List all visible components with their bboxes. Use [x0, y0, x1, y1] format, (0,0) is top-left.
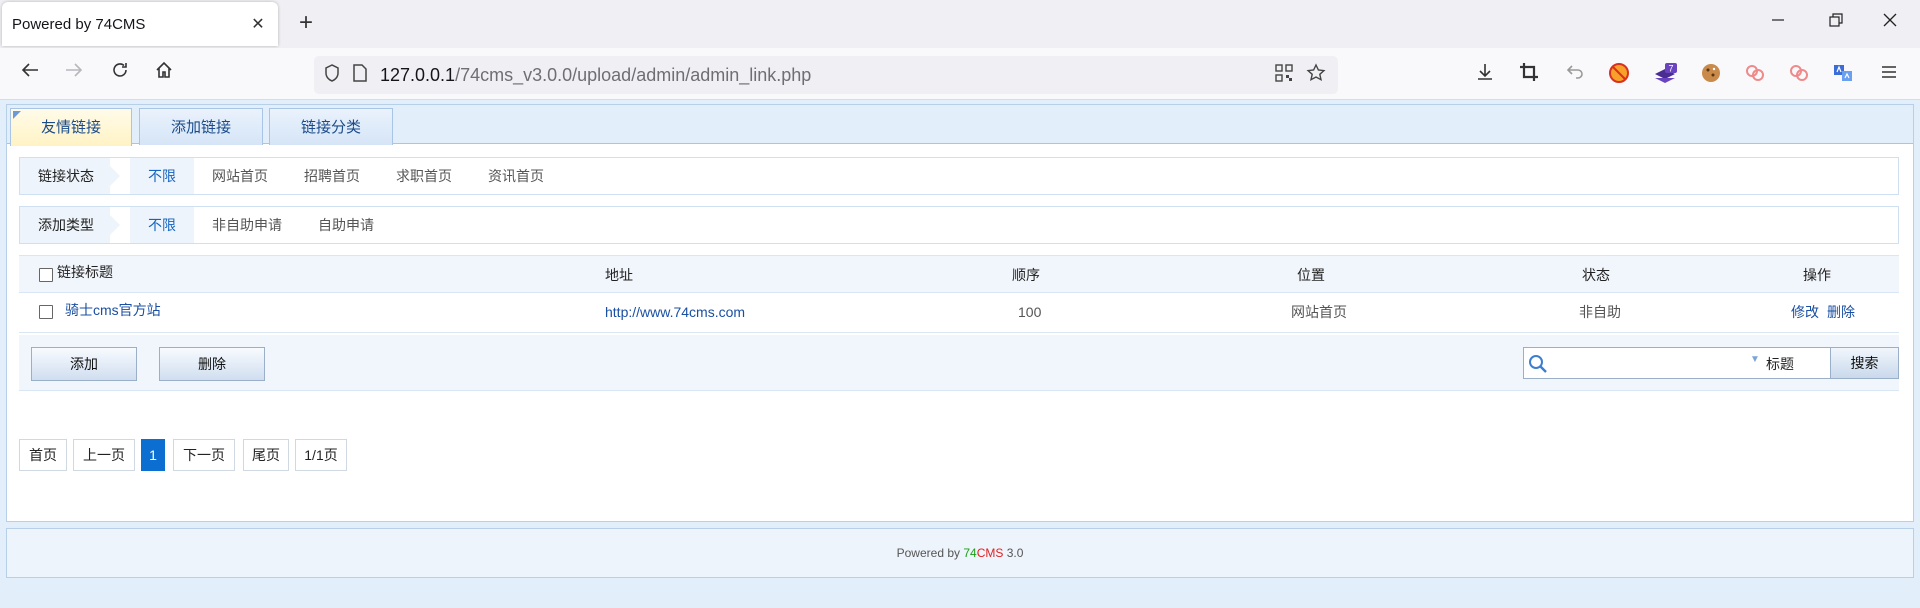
- status-filter-label: 链接状态: [20, 158, 120, 194]
- header-status: 状态: [1582, 267, 1610, 283]
- pager-next[interactable]: 下一页: [173, 439, 235, 471]
- row-checkbox[interactable]: [39, 305, 53, 319]
- link-extension-2-icon[interactable]: [1786, 62, 1812, 88]
- select-all-checkbox[interactable]: [39, 268, 53, 282]
- tab-add-link[interactable]: 添加链接: [139, 108, 263, 145]
- header-position: 位置: [1297, 267, 1325, 283]
- footer-version: 3.0: [1003, 546, 1024, 560]
- browser-tab-bar: Powered by 74CMS ✕ +: [0, 0, 1920, 48]
- search-icon: [1528, 354, 1547, 373]
- pager-info: 1/1页: [295, 439, 347, 471]
- tab-link-category[interactable]: 链接分类: [269, 108, 393, 145]
- status-option-all[interactable]: 不限: [130, 158, 194, 194]
- type-option-non-self[interactable]: 非自助申请: [194, 207, 300, 243]
- status-option-recruit-home[interactable]: 招聘首页: [286, 158, 378, 194]
- cookie-icon[interactable]: [1698, 62, 1724, 88]
- type-filter-label: 添加类型: [20, 207, 120, 243]
- search-box: ▼ 标题 搜索: [1523, 347, 1899, 379]
- footer-brand-number: 74: [963, 546, 977, 560]
- close-window-icon[interactable]: [1870, 8, 1910, 38]
- type-filter: 添加类型 不限 非自助申请 自助申请: [19, 206, 1899, 244]
- url-path: /74cms_v3.0.0/upload/admin/admin_link.ph…: [455, 64, 812, 85]
- address-bar[interactable]: 127.0.0.1/74cms_v3.0.0/upload/admin/admi…: [314, 56, 1338, 94]
- pager-current[interactable]: 1: [141, 439, 165, 471]
- page-tabs: 友情链接 添加链接 链接分类: [7, 105, 1913, 146]
- type-option-all[interactable]: 不限: [130, 207, 194, 243]
- row-delete-link[interactable]: 删除: [1827, 293, 1855, 331]
- browser-tab-title: Powered by 74CMS: [12, 15, 146, 33]
- row-status: 非自助: [1579, 304, 1621, 320]
- back-icon[interactable]: [16, 60, 44, 88]
- shield-icon[interactable]: [318, 63, 346, 87]
- header-order: 顺序: [1012, 267, 1040, 283]
- admin-page: 友情链接 添加链接 链接分类 链接状态 不限 网站首页 招聘首页 求职首页 资讯…: [6, 104, 1914, 522]
- forward-icon[interactable]: [60, 60, 88, 88]
- row-title-link[interactable]: 骑士cms官方站: [65, 291, 161, 329]
- row-order: 100: [1018, 304, 1042, 320]
- action-bar: 添加 删除 ▼ 标题 搜索: [19, 335, 1899, 391]
- table-row: 骑士cms官方站 http://www.74cms.com 100 网站首页 非…: [19, 293, 1899, 333]
- tab-label: 友情链接: [40, 119, 101, 136]
- url-host: 127.0.0.1: [380, 64, 456, 85]
- pager-last[interactable]: 尾页: [243, 439, 289, 471]
- search-input[interactable]: [1550, 350, 1746, 376]
- tab-corner-mark: [13, 111, 21, 119]
- type-option-self[interactable]: 自助申请: [300, 207, 392, 243]
- add-button[interactable]: 添加: [31, 347, 137, 381]
- status-option-site-home[interactable]: 网站首页: [194, 158, 286, 194]
- header-actions: 操作: [1803, 267, 1831, 283]
- footer: Powered by 74CMS 3.0: [6, 528, 1914, 578]
- download-icon[interactable]: [1472, 62, 1498, 88]
- pager-first[interactable]: 首页: [19, 439, 67, 471]
- status-filter: 链接状态 不限 网站首页 招聘首页 求职首页 资讯首页: [19, 157, 1899, 195]
- delete-button[interactable]: 删除: [159, 347, 265, 381]
- close-tab-icon[interactable]: ✕: [248, 14, 268, 34]
- search-type-dropdown-icon[interactable]: ▼: [1750, 354, 1760, 365]
- search-button[interactable]: 搜索: [1830, 348, 1898, 378]
- header-title: 链接标题: [57, 264, 113, 280]
- url-text[interactable]: 127.0.0.1/74cms_v3.0.0/upload/admin/admi…: [380, 65, 811, 86]
- home-icon[interactable]: [150, 60, 178, 88]
- crop-icon[interactable]: [1516, 62, 1542, 88]
- status-option-job-home[interactable]: 求职首页: [378, 158, 470, 194]
- row-url-link[interactable]: http://www.74cms.com: [605, 293, 745, 331]
- new-tab-button[interactable]: +: [290, 8, 322, 40]
- table-header: 链接标题 地址 顺序 位置 状态 操作: [19, 255, 1899, 293]
- bookmark-star-icon[interactable]: [1302, 62, 1330, 88]
- status-option-news-home[interactable]: 资讯首页: [470, 158, 562, 194]
- tab-link-list[interactable]: 友情链接: [10, 108, 132, 146]
- extension-badge-count: 7: [1668, 64, 1673, 74]
- qr-code-icon[interactable]: [1270, 63, 1298, 87]
- extension-badge-icon[interactable]: 7: [1652, 62, 1678, 88]
- menu-icon[interactable]: [1876, 62, 1902, 88]
- header-url: 地址: [605, 267, 633, 283]
- pager-prev[interactable]: 上一页: [73, 439, 135, 471]
- blocker-extension-icon[interactable]: [1606, 62, 1632, 88]
- footer-brand-name: CMS: [976, 546, 1004, 560]
- restore-icon[interactable]: [1816, 8, 1856, 38]
- minimize-icon[interactable]: [1758, 8, 1798, 38]
- row-edit-link[interactable]: 修改: [1791, 293, 1819, 331]
- page-icon[interactable]: [346, 63, 374, 87]
- link-extension-icon[interactable]: [1742, 62, 1768, 88]
- search-type-select[interactable]: 标题: [1766, 348, 1794, 380]
- reload-icon[interactable]: [106, 60, 134, 88]
- undo-icon[interactable]: [1562, 62, 1588, 88]
- row-position: 网站首页: [1291, 304, 1347, 320]
- translate-icon[interactable]: [1830, 62, 1856, 88]
- browser-tab[interactable]: Powered by 74CMS ✕: [2, 2, 278, 46]
- footer-prefix: Powered by: [896, 546, 964, 560]
- browser-nav-bar: 127.0.0.1/74cms_v3.0.0/upload/admin/admi…: [0, 48, 1920, 100]
